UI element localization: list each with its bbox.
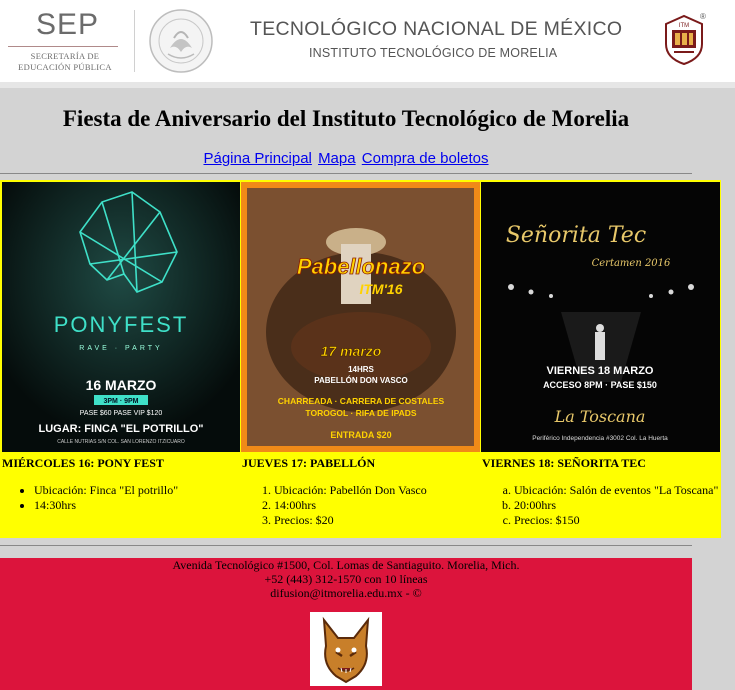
pony-price: PASE $60 PASE VIP $120 [80,410,163,417]
event-detail: Precios: $20 [274,513,480,528]
nav-link-map[interactable]: Mapa [318,150,356,167]
pabellon-venue: PABELLÓN DON VASCO [314,376,407,385]
event-title: VIERNES 18: SEÑORITA TEC [482,456,646,470]
event-pabellon: JUEVES 17: PABELLÓN Ubicación: Pabellón … [242,456,480,528]
pony-fest-art: PONYFEST RAVE · PARTY 16 MARZO 3PM · 9PM… [2,182,240,452]
senorita-venue: La Toscana [554,407,646,426]
pabellon-time: 14HRS [348,365,374,374]
pabellonazo-art: Pabellonazo ITM'16 17 marzo 14HRS PABELL… [241,182,480,452]
event-pony-fest: MIÉRCOLES 16: PONY FEST Ubicación: Finca… [2,456,240,513]
nav-link-tickets[interactable]: Compra de boletos [362,150,489,167]
events-panel: PONYFEST RAVE · PARTY 16 MARZO 3PM · 9PM… [0,180,721,538]
sep-logo-icon: SEP SECRETARÍA DE EDUCACIÓN PÚBLICA [6,6,124,72]
svg-text:ITM: ITM [679,23,689,29]
event-title: JUEVES 17: PABELLÓN [242,456,376,470]
sep-subtitle-2: EDUCACIÓN PÚBLICA [18,62,112,72]
page-title: Fiesta de Aniversario del Instituto Tecn… [62,106,630,131]
pabellon-line1: CHARREADA · CARRERA DE COSTALES [278,396,445,406]
pony-address: CALLE NUTRIAS S/N COL. SAN LORENZO ITZIC… [57,439,185,445]
pabellon-line2: TOROGOL · RIFA DE IPADS [305,408,416,418]
pony-venue: LUGAR: FINCA "EL POTRILLO" [38,423,203,435]
event-details-list: Ubicación: Finca "El potrillo" 14:30hrs [2,483,240,513]
pabellon-sub: ITM'16 [359,281,402,297]
event-detail: Ubicación: Salón de eventos "La Toscana" [514,483,720,498]
senorita-address: Periférico Independencia #3002 Col. La H… [532,435,668,442]
pony-brand: PONYFEST [54,312,189,337]
main-nav: Página Principal Mapa Compra de boletos [0,150,692,167]
nav-link-home[interactable]: Página Principal [203,150,311,167]
event-detail: 14:00hrs [274,498,480,513]
tec-morelia-subtitle: INSTITUTO TECNOLÓGICO DE MORELIA [309,46,558,60]
pabellonazo-poster[interactable]: Pabellonazo ITM'16 17 marzo 14HRS PABELL… [241,182,480,452]
event-detail: Ubicación: Finca "El potrillo" [34,483,240,498]
banner-divider [134,10,135,72]
senorita-sub: Certamen 2016 [592,258,671,269]
event-detail: Precios: $150 [514,513,720,528]
divider-top [0,173,692,174]
footer-phone: +52 (443) 312-1570 con 10 líneas [264,572,428,586]
senorita-tec-art: Señorita Tec Certamen 2016 VIERNES 18 MA… [481,182,720,452]
event-detail: 14:30hrs [34,498,240,513]
event-details-list: Ubicación: Salón de eventos "La Toscana"… [482,483,720,528]
top-banner: SEP SECRETARÍA DE EDUCACIÓN PÚBLICA TECN… [0,0,735,88]
pony-time: 3PM · 9PM [103,398,138,405]
event-title: MIÉRCOLES 16: PONY FEST [2,456,164,470]
senorita-access: ACCESO 8PM · PASE $150 [543,380,657,390]
sep-subtitle-1: SECRETARÍA DE [30,51,100,61]
sep-word: SEP [36,8,100,41]
senorita-date: VIERNES 18 MARZO [547,365,654,377]
tec-national-title: TECNOLÓGICO NACIONAL DE MÉXICO [250,18,623,40]
divider-bottom [0,545,692,546]
mascot-logo-icon [310,612,382,686]
senorita-tec-poster[interactable]: Señorita Tec Certamen 2016 VIERNES 18 MA… [481,182,720,452]
event-senorita-tec: VIERNES 18: SEÑORITA TEC Ubicación: Saló… [482,456,720,528]
event-detail: Ubicación: Pabellón Don Vasco [274,483,480,498]
footer-address: Avenida Tecnológico #1500, Col. Lomas de… [172,558,520,572]
pabellon-date: 17 marzo [321,343,382,359]
footer: Avenida Tecnológico #1500, Col. Lomas de… [0,558,692,690]
registered-mark: ® [700,12,706,21]
pabellon-entry: ENTRADA $20 [330,430,391,440]
pony-date: 16 MARZO [86,377,157,393]
sep-divider-line [8,46,118,47]
pony-tag: RAVE · PARTY [79,345,162,352]
mexico-seal-icon [149,9,213,73]
footer-email: difusion@itmorelia.edu.mx - © [270,586,422,600]
pony-fest-poster[interactable]: PONYFEST RAVE · PARTY 16 MARZO 3PM · 9PM… [2,182,240,452]
event-details-list: Ubicación: Pabellón Don Vasco 14:00hrs P… [242,483,480,528]
event-detail: 20:00hrs [514,498,720,513]
senorita-brand: Señorita Tec [506,223,646,248]
itm-logo-icon: ITM [665,14,703,66]
pabellon-brand: Pabellonazo [297,254,425,279]
